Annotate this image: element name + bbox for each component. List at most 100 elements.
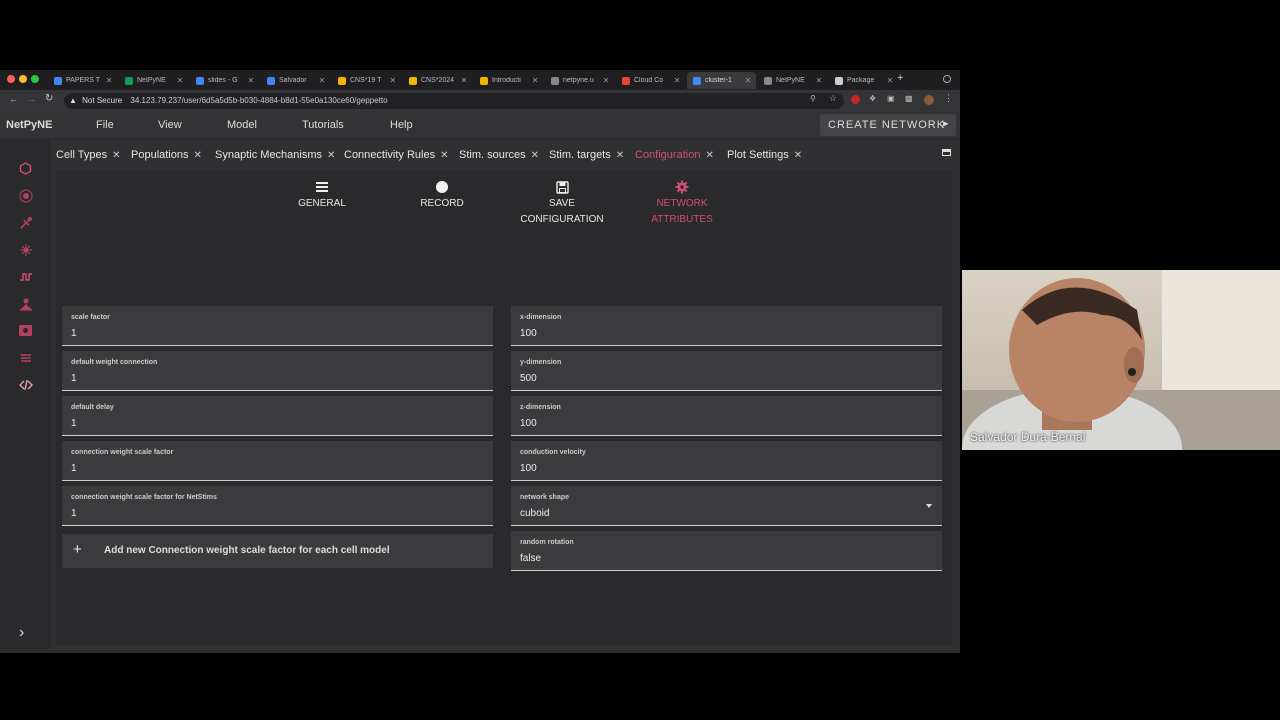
browser-tab[interactable]: Cloud Co ✕ [616,72,685,89]
menu-file[interactable]: File [96,112,114,138]
reload-icon[interactable]: ↻ [45,93,53,104]
menu-tutorials[interactable]: Tutorials [302,112,344,138]
dropdown-arrow-icon[interactable] [926,504,932,508]
close-window-icon[interactable] [7,75,15,83]
screen-icon[interactable]: ▩ [905,94,913,103]
conduction-velocity-field[interactable]: conduction velocity 100 [511,441,942,481]
close-tab-icon[interactable]: ✕ [175,76,185,85]
menu-model[interactable]: Model [227,112,257,138]
field-value[interactable]: 100 [520,418,537,429]
close-tab-icon[interactable]: ✕ [104,76,114,85]
tab-connectivity-rules[interactable]: Connectivity Rules ✕ [344,146,448,164]
close-tab-icon[interactable]: ✕ [530,76,540,85]
connectivity-icon[interactable] [17,241,34,258]
close-tab-icon[interactable]: ✕ [814,76,824,85]
tab-plot-settings[interactable]: Plot Settings ✕ [727,146,802,164]
connection-weight-scale-factor-field[interactable]: connection weight scale factor 1 [62,441,493,481]
default-weight-connection-field[interactable]: default weight connection 1 [62,351,493,391]
tab-stim-targets[interactable]: Stim. targets ✕ [549,146,624,164]
browser-tab[interactable]: slides - G ✕ [190,72,259,89]
tab-populations[interactable]: Populations ✕ [131,146,202,164]
maximize-panel-icon[interactable] [942,149,951,156]
menu-view[interactable]: View [158,112,182,138]
cast-icon[interactable]: ▣ [887,94,895,103]
network-shape-select[interactable]: network shape cuboid [511,486,942,526]
extension-puzzle-icon[interactable]: ❖ [869,94,876,103]
new-tab-icon[interactable]: + [897,72,903,84]
browser-tab[interactable]: netpyne.u ✕ [545,72,614,89]
add-weight-scale-factor-row[interactable]: + Add new Connection weight scale factor… [62,534,493,568]
field-value[interactable]: 500 [520,373,537,384]
close-icon[interactable]: ✕ [531,150,539,161]
close-icon[interactable]: ✕ [327,150,335,161]
url-input[interactable]: ▲ Not Secure 34.123.79.237/user/6d5a5d5b… [64,93,844,109]
field-value[interactable]: 100 [520,328,537,339]
close-tab-icon[interactable]: ✕ [743,76,753,85]
close-tab-icon[interactable]: ✕ [317,76,327,85]
close-tab-icon[interactable]: ✕ [388,76,398,85]
stim-sources-icon[interactable] [17,268,34,285]
field-value[interactable]: 1 [71,508,77,519]
browser-tab[interactable]: Salvador ✕ [261,72,330,89]
expand-sidebar-icon[interactable]: › [19,624,24,642]
browser-tab[interactable]: PAPERS T ✕ [48,72,117,89]
profile-avatar[interactable] [924,95,934,105]
random-rotation-field[interactable]: random rotation false [511,531,942,571]
network-attributes-button[interactable]: NETWORK ATTRIBUTES [627,178,737,228]
cell-types-icon[interactable] [17,160,34,177]
tab-synaptic-mechanisms[interactable]: Synaptic Mechanisms ✕ [215,146,335,164]
extension-record-icon[interactable] [851,95,860,104]
close-tab-icon[interactable]: ✕ [885,76,895,85]
field-value[interactable]: 1 [71,418,77,429]
z-dimension-field[interactable]: z-dimension 100 [511,396,942,436]
field-value[interactable]: 1 [71,463,77,474]
x-dimension-field[interactable]: x-dimension 100 [511,306,942,346]
close-tab-icon[interactable]: ✕ [601,76,611,85]
general-button[interactable]: GENERAL [267,178,377,212]
create-network-button[interactable]: CREATE NETWORK ➤ [820,114,956,136]
close-tab-icon[interactable]: ✕ [672,76,682,85]
zoom-icon[interactable]: ⚲ [810,94,816,103]
code-icon[interactable] [17,376,34,393]
close-icon[interactable]: ✕ [794,150,802,161]
close-tab-icon[interactable]: ✕ [459,76,469,85]
browser-tab[interactable]: NetPyNE ✕ [758,72,827,89]
forward-icon[interactable]: → [27,94,36,104]
field-value[interactable]: 1 [71,373,77,384]
browser-tab[interactable]: Package ✕ [829,72,898,89]
scale-factor-field[interactable]: scale factor 1 [62,306,493,346]
kebab-menu-icon[interactable]: ⋮ [944,93,953,104]
plot-settings-icon[interactable] [17,349,34,366]
populations-icon[interactable] [17,187,34,204]
default-delay-field[interactable]: default delay 1 [62,396,493,436]
y-dimension-field[interactable]: y-dimension 500 [511,351,942,391]
synaptic-mechanisms-icon[interactable] [17,214,34,231]
browser-tab[interactable]: CNS*19 T ✕ [332,72,401,89]
close-icon[interactable]: ✕ [194,150,202,161]
close-tab-icon[interactable]: ✕ [246,76,256,85]
field-value[interactable]: false [520,553,541,564]
browser-tab[interactable]: CNS*2024 ✕ [403,72,472,89]
record-button[interactable]: RECORD [387,178,497,212]
browser-tab[interactable]: NetPyNE ✕ [119,72,188,89]
field-value[interactable]: 100 [520,463,537,474]
maximize-window-icon[interactable] [31,75,39,83]
close-icon[interactable]: ✕ [705,150,713,161]
close-icon[interactable]: ✕ [616,150,624,161]
browser-tab[interactable]: cluster-1 ✕ [687,72,756,89]
tab-stim-sources[interactable]: Stim. sources ✕ [459,146,539,164]
configuration-icon[interactable] [17,322,34,339]
bookmark-star-icon[interactable]: ☆ [829,93,837,104]
browser-tab[interactable]: Introducti ✕ [474,72,543,89]
close-icon[interactable]: ✕ [440,150,448,161]
stim-targets-icon[interactable] [17,295,34,312]
browser-menu-icon[interactable] [943,75,951,83]
field-value[interactable]: 1 [71,328,77,339]
save-configuration-button[interactable]: SAVE CONFIGURATION [507,178,617,228]
netstims-weight-scale-factor-field[interactable]: connection weight scale factor for NetSt… [62,486,493,526]
tab-configuration[interactable]: Configuration ✕ [635,146,714,164]
close-icon[interactable]: ✕ [112,150,120,161]
tab-cell-types[interactable]: Cell Types ✕ [56,146,121,164]
menu-help[interactable]: Help [390,112,413,138]
minimize-window-icon[interactable] [19,75,27,83]
